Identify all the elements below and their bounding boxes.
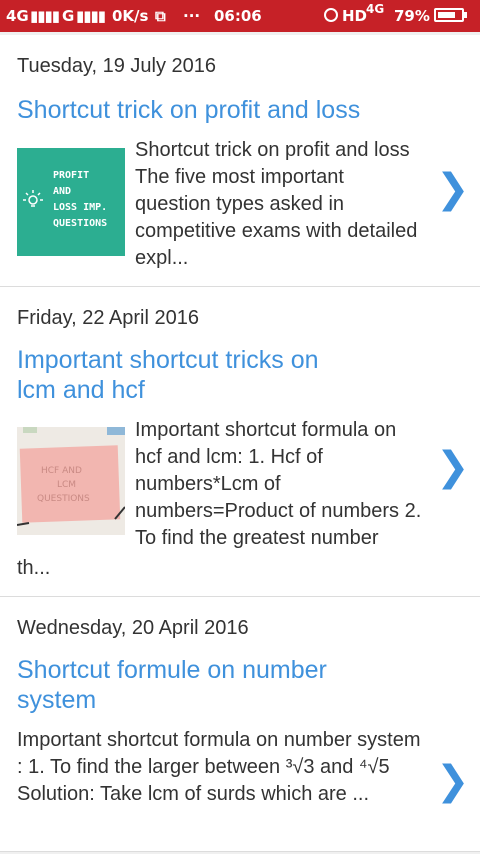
thumb-line-3: QUESTIONS <box>37 494 90 504</box>
post-title-line-1: Important shortcut tricks on <box>17 346 319 374</box>
post-snippet-continued: th... <box>17 557 51 579</box>
post-title[interactable]: Shortcut trick on profit and loss <box>17 95 360 125</box>
battery-percent: 79% <box>394 7 430 25</box>
post-card-profit-loss[interactable]: Tuesday, 19 July 2016 Shortcut trick on … <box>0 35 480 287</box>
network-indicator-right: 4G <box>366 2 385 16</box>
network-indicator-left: 4G <box>6 7 29 25</box>
post-card-lcm-hcf[interactable]: Friday, 22 April 2016 Important shortcut… <box>0 287 480 597</box>
post-title-line-2: lcm and hcf <box>17 376 145 404</box>
signal-bars-left-icon: ▮▮▮▮ <box>30 7 60 25</box>
chevron-right-icon[interactable]: ❯ <box>436 169 470 209</box>
chevron-right-icon[interactable]: ❯ <box>436 761 470 801</box>
network-indicator-mid: G <box>62 7 75 25</box>
thumb-line-4: QUESTIONS <box>53 218 107 229</box>
chevron-right-icon[interactable]: ❯ <box>436 447 470 487</box>
post-snippet: Important shortcut formula on hcf and lc… <box>135 419 422 549</box>
post-thumbnail-lcm-hcf: HCF AND LCM QUESTIONS <box>17 427 125 535</box>
post-snippet: Important shortcut formula on number sys… <box>17 729 421 805</box>
post-snippet: Shortcut trick on profit and loss The fi… <box>135 139 418 269</box>
network-speed: 0K/s <box>112 7 149 25</box>
thumb-line-1: PROFIT <box>53 170 89 181</box>
battery-tip <box>464 12 467 18</box>
post-date: Tuesday, 19 July 2016 <box>17 55 217 77</box>
alarm-icon <box>324 8 338 22</box>
post-date: Friday, 22 April 2016 <box>17 307 199 329</box>
status-bar: 4G ▮▮▮▮ G ▮▮▮▮ 0K/s ⧉ ··· 06:06 HD 4G 79… <box>0 0 480 32</box>
post-title-line-1: Shortcut formule on number <box>17 656 327 684</box>
thumb-line-2: AND <box>53 186 71 197</box>
post-card-number-system[interactable]: Wednesday, 20 April 2016 Shortcut formul… <box>0 597 480 852</box>
thumb-line-3: LOSS IMP. <box>53 202 107 213</box>
post-title[interactable]: Shortcut formule on number system <box>17 655 327 715</box>
clock: 06:06 <box>214 7 262 25</box>
battery-icon <box>434 8 464 22</box>
hd-indicator: HD <box>342 7 368 25</box>
post-title[interactable]: Important shortcut tricks on lcm and hcf <box>17 345 319 405</box>
signal-bars-mid-icon: ▮▮▮▮ <box>76 7 106 25</box>
thumb-line-1: HCF AND <box>41 466 82 476</box>
more-icon: ··· <box>183 7 201 25</box>
post-thumbnail-profit-loss: PROFIT AND LOSS IMP. QUESTIONS <box>17 148 125 256</box>
thumb-line-2: LCM <box>57 480 76 490</box>
post-date: Wednesday, 20 April 2016 <box>17 617 249 639</box>
battery-level <box>438 12 455 18</box>
screenshot-icon: ⧉ <box>155 7 166 25</box>
post-title-line-2: system <box>17 686 97 714</box>
